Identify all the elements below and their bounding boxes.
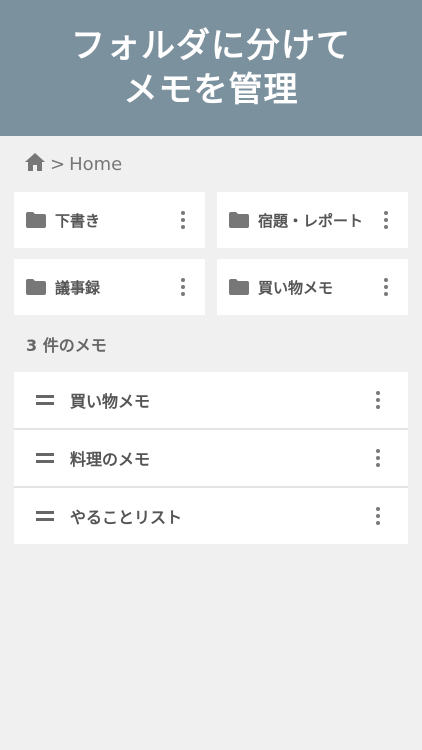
folder-label: 議事録 xyxy=(55,278,101,297)
more-options-icon[interactable] xyxy=(370,504,386,528)
drag-handle-icon[interactable] xyxy=(36,395,54,405)
folder-icon xyxy=(26,279,46,295)
home-icon[interactable] xyxy=(24,152,46,177)
drag-handle-icon[interactable] xyxy=(36,511,54,521)
folder-label: 宿題・レポート xyxy=(258,211,364,230)
memo-list-item[interactable]: 料理のメモ xyxy=(14,430,408,486)
more-options-icon[interactable] xyxy=(370,388,386,412)
folder-card-homework[interactable]: 宿題・レポート xyxy=(217,192,408,248)
more-options-icon[interactable] xyxy=(378,208,394,232)
drag-handle-icon[interactable] xyxy=(36,453,54,463)
breadcrumb-separator: > xyxy=(50,153,66,175)
memo-title: 料理のメモ xyxy=(70,450,151,469)
memo-title: やることリスト xyxy=(70,508,183,527)
banner-title-line-1: フォルダに分けて xyxy=(71,26,351,66)
memo-list-item[interactable]: やることリスト xyxy=(14,488,408,544)
folder-card-minutes[interactable]: 議事録 xyxy=(14,259,205,315)
memo-count: 3 件のメモ xyxy=(26,336,107,355)
folder-label: 買い物メモ xyxy=(258,278,334,297)
folder-card-drafts[interactable]: 下書き xyxy=(14,192,205,248)
breadcrumb: > Home xyxy=(24,152,122,176)
memo-list-item[interactable]: 買い物メモ xyxy=(14,372,408,428)
memo-list: 買い物メモ 料理のメモ やることリスト xyxy=(14,372,408,544)
folder-card-shopping[interactable]: 買い物メモ xyxy=(217,259,408,315)
more-options-icon[interactable] xyxy=(378,275,394,299)
more-options-icon[interactable] xyxy=(370,446,386,470)
folder-icon xyxy=(26,212,46,228)
banner-title-line-2: メモを管理 xyxy=(123,70,299,110)
more-options-icon[interactable] xyxy=(175,275,191,299)
folder-icon xyxy=(229,279,249,295)
folder-icon xyxy=(229,212,249,228)
promo-banner: フォルダに分けて メモを管理 xyxy=(0,0,422,136)
more-options-icon[interactable] xyxy=(175,208,191,232)
breadcrumb-current: Home xyxy=(69,153,123,175)
memo-title: 買い物メモ xyxy=(70,392,151,411)
folder-label: 下書き xyxy=(55,211,101,230)
